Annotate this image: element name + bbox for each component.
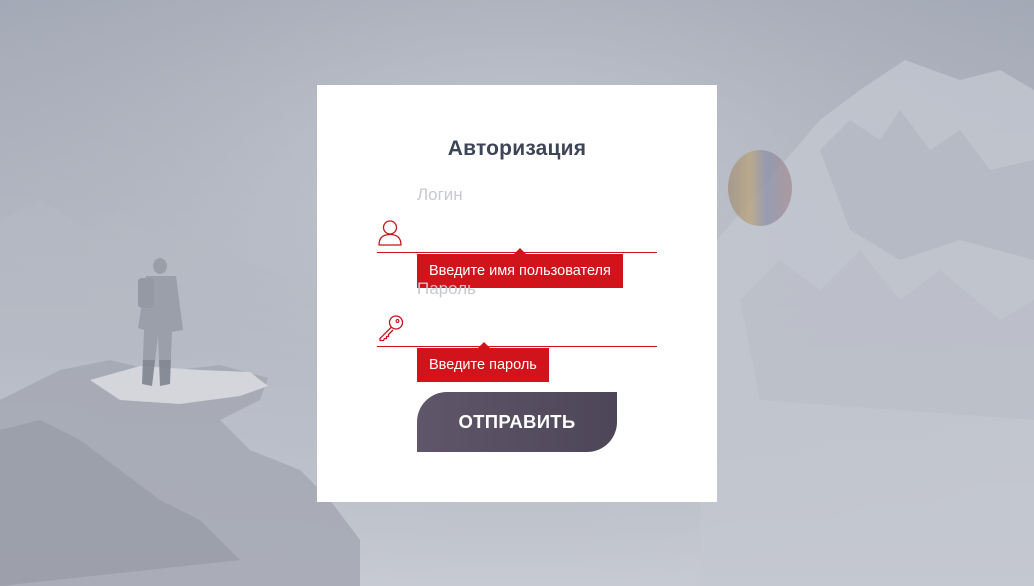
login-input[interactable] [417,221,657,247]
password-error-tooltip: Введите пароль [417,342,549,382]
key-icon [377,314,404,342]
submit-button[interactable]: ОТПРАВИТЬ [417,392,617,452]
password-input[interactable] [417,315,657,341]
form-title: Авторизация [447,137,587,160]
password-label: Пароль [417,279,476,298]
password-underline [377,346,657,347]
login-label: Логин [417,185,463,204]
user-icon [377,219,403,247]
login-card: Авторизация Логин Введите имя пользовате… [317,85,717,502]
